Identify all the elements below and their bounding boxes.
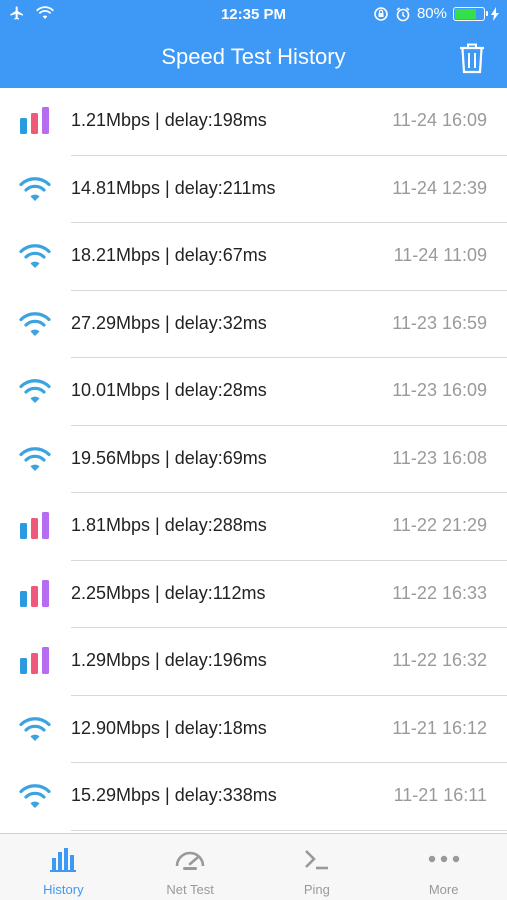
more-dots-icon	[380, 844, 507, 874]
timestamp: 11-24 16:09	[392, 110, 487, 130]
speed-delay-text: 1.21Mbps | delay:198ms	[71, 110, 267, 130]
speedometer-icon	[127, 844, 254, 874]
page-title: Speed Test History	[161, 44, 346, 69]
history-row[interactable]: 27.29Mbps | delay:32ms 11-23 16:59	[0, 291, 507, 358]
alarm-icon	[396, 6, 410, 21]
wifi-icon	[18, 714, 52, 744]
history-row[interactable]: 14.81Mbps | delay:211ms 11-24 12:39	[0, 156, 507, 223]
timestamp: 11-23 16:09	[392, 380, 487, 400]
wifi-icon	[18, 309, 52, 339]
history-row[interactable]: 1.29Mbps | delay:196ms 11-22 16:32	[0, 628, 507, 696]
charging-icon	[491, 6, 499, 21]
timestamp: 11-24 11:09	[393, 245, 487, 265]
wifi-icon	[18, 781, 52, 811]
battery-icon	[453, 6, 488, 21]
history-row[interactable]: 1.81Mbps | delay:288ms 11-22 21:29	[0, 493, 507, 561]
rotation-lock-icon	[374, 6, 388, 21]
speed-delay-text: 15.29Mbps | delay:338ms	[71, 785, 277, 805]
history-row[interactable]: 1.21Mbps | delay:198ms 11-24 16:09	[0, 88, 507, 156]
tab-label: More	[428, 882, 459, 897]
tab-nettest[interactable]: Net Test	[127, 834, 254, 900]
timestamp: 11-22 16:32	[392, 650, 487, 670]
tab-label: History	[43, 882, 84, 897]
history-row[interactable]: 15.29Mbps | delay:338ms 11-21 16:11	[0, 763, 507, 831]
wifi-icon	[18, 444, 52, 474]
history-row[interactable]: 18.21Mbps | delay:67ms 11-24 11:09	[0, 223, 507, 291]
speed-delay-text: 1.29Mbps | delay:196ms	[71, 650, 267, 670]
speed-delay-text: 10.01Mbps | delay:28ms	[71, 380, 267, 400]
cellular-signal-icon	[18, 646, 52, 676]
header-bar: 12:35 PM 80% Speed Test History	[0, 0, 507, 88]
history-list: 1.21Mbps | delay:198ms 11-24 16:09 14.81Mb…	[0, 88, 507, 833]
cellular-signal-icon	[18, 511, 52, 541]
tab-history[interactable]: History	[0, 834, 127, 900]
timestamp: 11-21 16:11	[393, 785, 487, 805]
cellular-signal-icon	[18, 106, 52, 136]
speed-delay-text: 1.81Mbps | delay:288ms	[71, 515, 267, 535]
timestamp: 11-21 16:12	[392, 717, 487, 738]
timestamp: 11-23 16:08	[392, 447, 487, 468]
speed-delay-text: 14.81Mbps | delay:211ms	[71, 177, 276, 198]
tab-ping[interactable]: Ping	[254, 834, 381, 900]
wifi-icon	[18, 376, 52, 406]
wifi-icon	[18, 174, 52, 204]
battery-percent: 80%	[416, 5, 447, 22]
tab-more[interactable]: More	[380, 834, 507, 900]
tab-bar: History Net Test Ping More	[0, 833, 507, 900]
timestamp: 11-22 16:33	[392, 582, 487, 603]
timestamp: 11-24 12:39	[392, 177, 487, 198]
bar-chart-icon	[0, 844, 127, 874]
terminal-icon	[254, 844, 381, 874]
tab-label: Ping	[303, 882, 330, 897]
wifi-icon	[18, 241, 52, 271]
speed-delay-text: 19.56Mbps | delay:69ms	[71, 447, 267, 468]
speed-delay-text: 27.29Mbps | delay:32ms	[71, 312, 267, 333]
speed-delay-text: 18.21Mbps | delay:67ms	[71, 245, 267, 265]
history-row[interactable]: 10.01Mbps | delay:28ms 11-23 16:09	[0, 358, 507, 426]
trash-icon	[460, 43, 484, 74]
tab-label: Net Test	[166, 882, 214, 897]
history-row[interactable]: 12.90Mbps | delay:18ms 11-21 16:12	[0, 696, 507, 763]
trash-button[interactable]	[459, 42, 485, 79]
history-row[interactable]: 2.25Mbps | delay:112ms 11-22 16:33	[0, 561, 507, 628]
status-bar: 12:35 PM 80%	[0, 0, 507, 30]
speed-delay-text: 2.25Mbps | delay:112ms	[71, 582, 266, 603]
cellular-signal-icon	[18, 579, 52, 609]
history-row[interactable]: 19.56Mbps | delay:69ms 11-23 16:08	[0, 426, 507, 493]
timestamp: 11-23 16:59	[392, 312, 487, 333]
row-divider	[71, 829, 507, 831]
timestamp: 11-22 21:29	[392, 515, 487, 535]
speed-delay-text: 12.90Mbps | delay:18ms	[71, 717, 267, 738]
